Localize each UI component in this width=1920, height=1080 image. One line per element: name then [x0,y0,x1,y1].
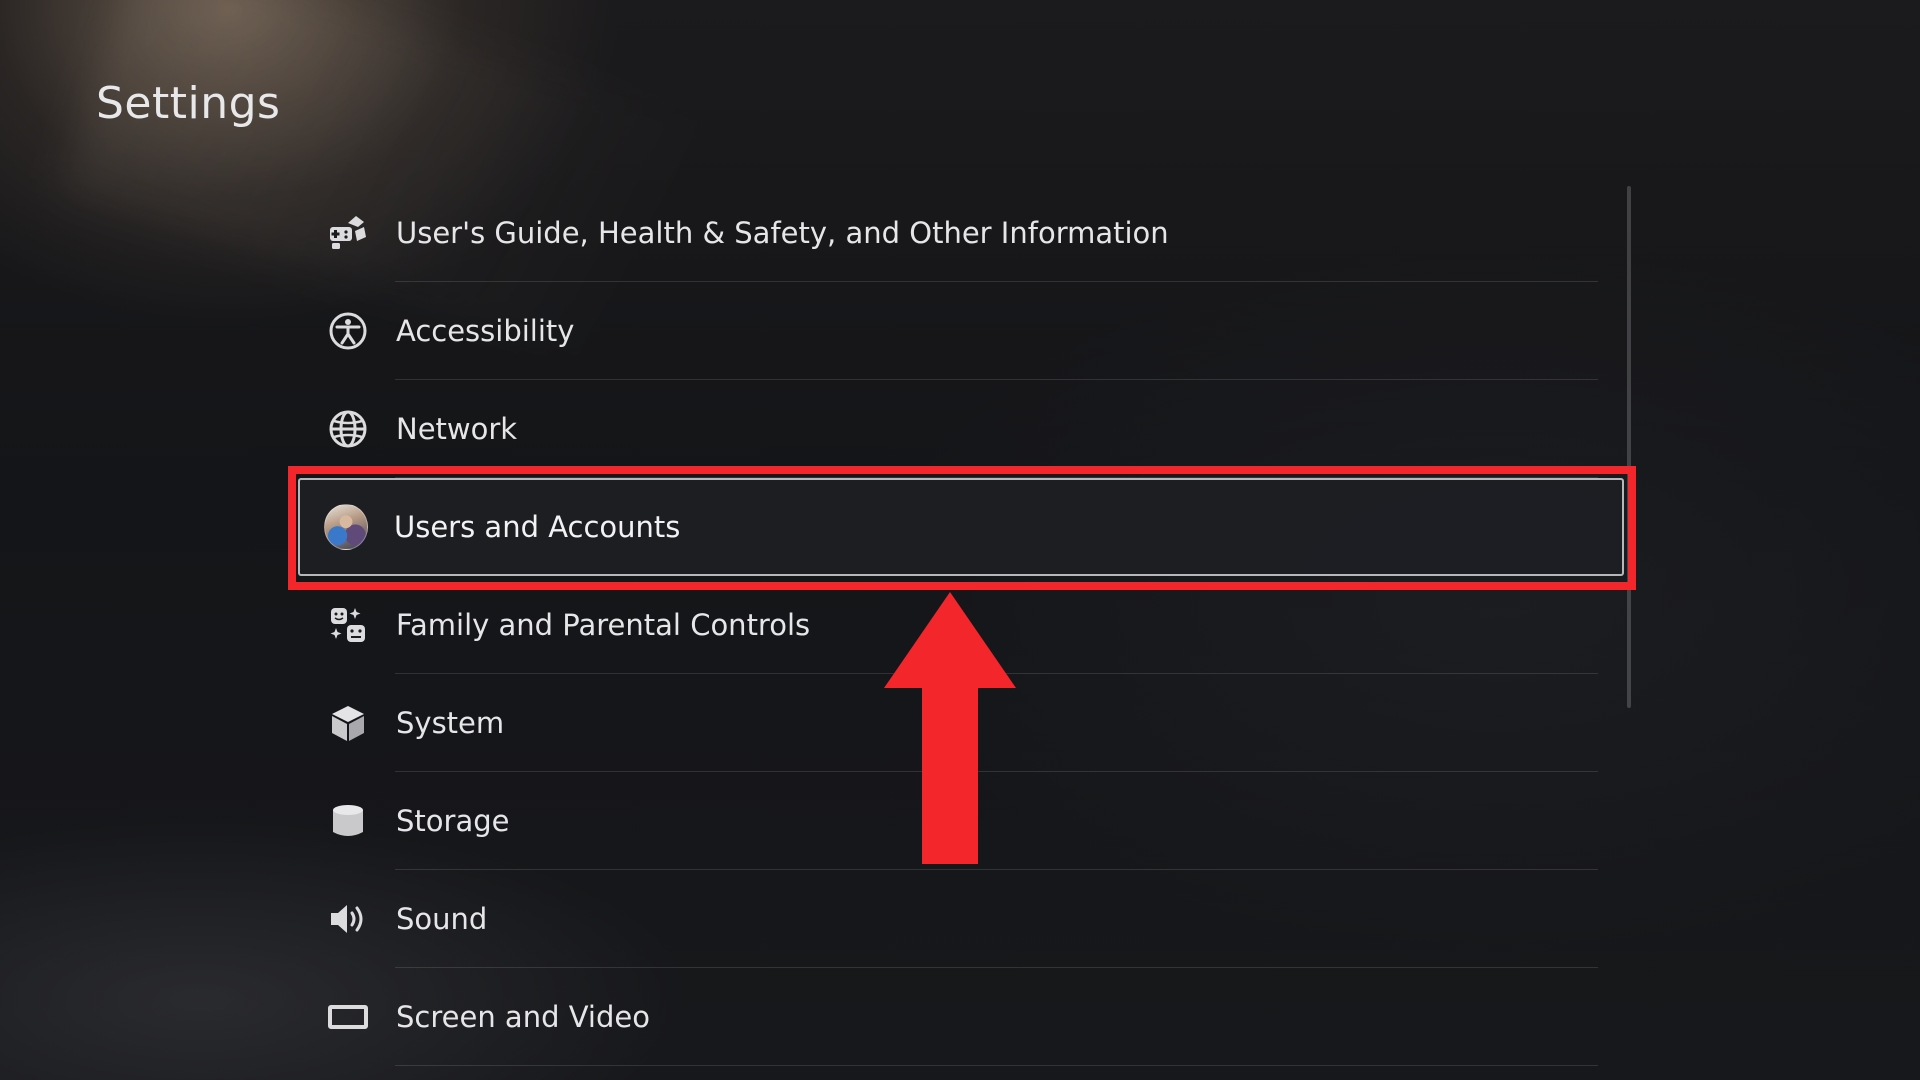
family-icon [326,603,370,647]
cube-icon [326,701,370,745]
menu-item-sound[interactable]: Sound [300,870,1600,968]
scrollbar[interactable] [1627,186,1631,708]
annotation-up-arrow [884,592,1016,864]
menu-item-label: Screen and Video [396,1000,650,1034]
menu-item-label: Accessibility [396,314,575,348]
menu-item-label: Network [396,412,518,446]
screen-icon [326,995,370,1039]
menu-item-label: Storage [396,804,510,838]
menu-item-accessibility[interactable]: Accessibility [300,282,1600,380]
menu-item-label: User's Guide, Health & Safety, and Other… [396,216,1169,250]
menu-item-network[interactable]: Network [300,380,1600,478]
storage-icon [326,799,370,843]
menu-item-screen-and-video[interactable]: Screen and Video [300,968,1600,1066]
annotation-highlight-box [288,466,1636,590]
menu-item-label: Sound [396,902,488,936]
guide-icon [326,211,370,255]
divider [395,1065,1598,1066]
accessibility-icon [326,309,370,353]
menu-item-users-guide[interactable]: User's Guide, Health & Safety, and Other… [300,184,1600,282]
menu-item-label: System [396,706,505,740]
settings-screen: Settings User's Guide, Health & Safety, … [0,0,1920,1080]
globe-icon [326,407,370,451]
menu-item-label: Family and Parental Controls [396,608,811,642]
speaker-icon [326,897,370,941]
page-title: Settings [96,78,281,129]
